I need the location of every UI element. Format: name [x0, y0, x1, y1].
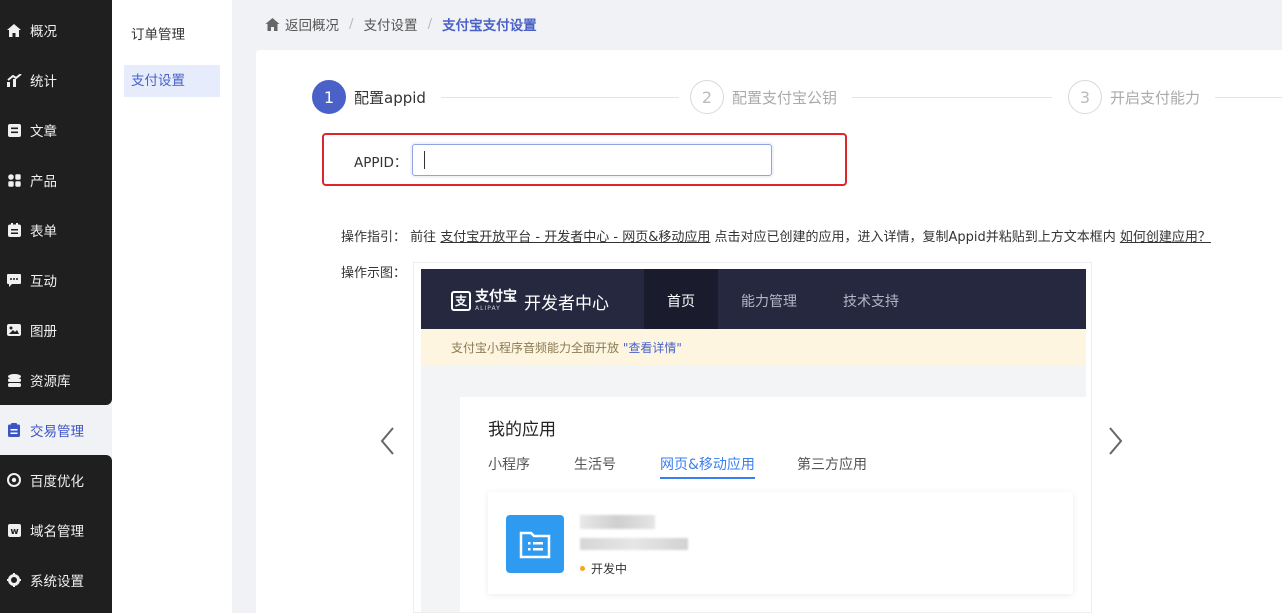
chat-icon — [6, 272, 22, 288]
home-icon — [6, 22, 22, 38]
sidebar-item-domain[interactable]: w 域名管理 — [0, 505, 112, 555]
alipay-open-platform-link[interactable]: 支付宝开放平台 - 开发者中心 - 网页&移动应用 — [440, 230, 710, 245]
step-connector — [441, 97, 679, 98]
demo-tab-lifestyle: 生活号 — [574, 457, 616, 473]
sidebar-item-label: 表单 — [30, 224, 57, 240]
alipay-logo: 支 支付宝 ALIPAY — [451, 289, 517, 312]
alipay-icon: 支 — [451, 290, 471, 311]
breadcrumb-current: 支付宝支付设置 — [442, 18, 537, 34]
chevron-left-icon — [380, 427, 394, 455]
sidebar-item-label: 互动 — [30, 274, 57, 290]
sidebar-item-seo[interactable]: 百度优化 — [0, 455, 112, 505]
sidebar-item-article[interactable]: 文章 — [0, 105, 112, 155]
carousel-prev-button[interactable] — [377, 424, 397, 458]
sidebar-item-label: 交易管理 — [30, 424, 84, 440]
clipboard-icon — [6, 422, 22, 438]
guide-prefix: 前往 — [410, 230, 441, 245]
guide-text: 操作指引： 前往 支付宝开放平台 - 开发者中心 - 网页&移动应用 点击对应已… — [341, 226, 1211, 245]
breadcrumb-payment-settings[interactable]: 支付设置 — [364, 14, 418, 34]
step-label: 配置appid — [354, 88, 426, 107]
submenu-item-payment-settings[interactable]: 支付设置 — [124, 65, 220, 97]
sidebar-item-label: 系统设置 — [30, 574, 84, 590]
demo-dev-title: 开发者中心 — [524, 294, 609, 314]
svg-text:w: w — [10, 527, 18, 537]
sidebar-item-interaction[interactable]: 互动 — [0, 255, 112, 305]
step-3: 3 开启支付能力 — [1068, 80, 1200, 114]
guide-label: 操作指引： — [341, 230, 407, 245]
sidebar-item-label: 统计 — [30, 74, 57, 90]
appid-input[interactable] — [412, 144, 772, 176]
sidebar-item-label: 图册 — [30, 324, 57, 340]
sidebar-item-resources[interactable]: 资源库 — [0, 355, 112, 405]
domain-icon: w — [6, 522, 22, 538]
chevron-right-icon — [1109, 427, 1123, 455]
stats-icon — [6, 72, 22, 88]
sidebar-item-label: 产品 — [30, 174, 57, 190]
how-to-create-app-link[interactable]: 如何创建应用？ — [1120, 230, 1211, 245]
step-label: 开启支付能力 — [1110, 88, 1201, 107]
demo-header: 支 支付宝 ALIPAY 开发者中心 首页 能力管理 技术支持 — [421, 269, 1086, 329]
submenu-item-orders[interactable]: 订单管理 — [124, 19, 220, 51]
step-connector — [852, 97, 1052, 98]
product-icon — [6, 172, 22, 188]
sidebar-item-settings[interactable]: 系统设置 — [0, 555, 112, 605]
demo-image: 支 支付宝 ALIPAY 开发者中心 首页 能力管理 技术支持 支付宝小程序音频… — [413, 262, 1092, 613]
sidebar-item-trade[interactable]: 交易管理 — [0, 405, 112, 455]
step-1: 1 配置appid — [312, 80, 426, 114]
step-label: 配置支付宝公钥 — [732, 88, 838, 107]
sidebar-item-form[interactable]: 表单 — [0, 205, 112, 255]
sidebar-item-label: 文章 — [30, 124, 57, 140]
demo-app-title: 我的应用 — [488, 420, 556, 440]
demo-notice: 支付宝小程序音频能力全面开放 "查看详情" — [421, 329, 1086, 366]
text-caret — [424, 151, 425, 169]
step-number: 3 — [1068, 80, 1102, 114]
step-connector — [1215, 97, 1282, 98]
submenu: 订单管理 支付设置 — [112, 0, 232, 613]
step-2: 2 配置支付宝公钥 — [690, 80, 837, 114]
breadcrumb-home-link[interactable]: 返回概况 — [285, 14, 339, 34]
demo-notice-link: "查看详情" — [622, 341, 682, 355]
sidebar: 概况 统计 文章 产品 表单 互动 图册 资源库 交易管理 百度优化 w 域名管… — [0, 0, 112, 613]
gallery-icon — [6, 322, 22, 338]
carousel-next-button[interactable] — [1106, 424, 1126, 458]
form-icon — [6, 222, 22, 238]
sidebar-item-gallery[interactable]: 图册 — [0, 305, 112, 355]
step-number: 1 — [312, 80, 346, 114]
demo-nav-ability: 能力管理 — [741, 294, 797, 310]
database-icon — [6, 372, 22, 388]
article-icon — [6, 122, 22, 138]
demo-app-item — [488, 492, 1073, 594]
seo-icon — [6, 472, 22, 488]
status-dot — [580, 566, 585, 571]
step-number: 2 — [690, 80, 724, 114]
breadcrumb: 返回概况 / 支付设置 / 支付宝支付设置 — [265, 14, 537, 34]
blurred-app-id — [580, 538, 688, 550]
demo-label: 操作示图： — [341, 266, 407, 281]
demo-nav-support: 技术支持 — [843, 294, 899, 310]
guide-middle: 点击对应已创建的应用，进入详情，复制Appid并粘贴到上方文本框内 — [710, 230, 1120, 245]
app-file-icon — [506, 515, 564, 573]
sidebar-item-stats[interactable]: 统计 — [0, 55, 112, 105]
blurred-app-name — [580, 515, 655, 529]
sidebar-item-label: 资源库 — [30, 374, 71, 390]
demo-app-status: 开发中 — [591, 562, 628, 576]
sidebar-item-label: 域名管理 — [30, 524, 84, 540]
appid-label: APPID： — [354, 155, 408, 171]
demo-tab-miniprogram: 小程序 — [488, 457, 530, 473]
sidebar-item-overview[interactable]: 概况 — [0, 5, 112, 55]
gear-icon — [6, 572, 22, 588]
sidebar-item-label: 概况 — [30, 24, 57, 40]
demo-tab-web-mobile: 网页&移动应用 — [660, 454, 755, 479]
sidebar-item-label: 百度优化 — [30, 474, 84, 490]
sidebar-item-product[interactable]: 产品 — [0, 155, 112, 205]
demo-nav-home: 首页 — [667, 294, 695, 310]
demo-tab-third-party: 第三方应用 — [797, 457, 867, 473]
home-icon — [265, 17, 280, 31]
